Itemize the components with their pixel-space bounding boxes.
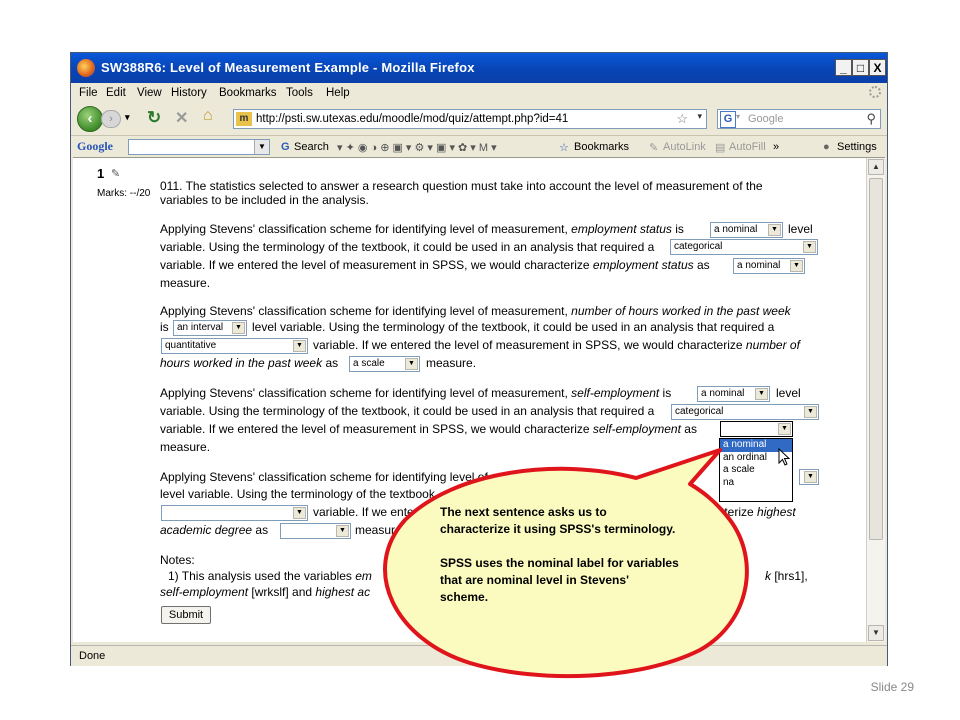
callout-line-1: The next sentence asks us to characteriz… <box>440 505 676 536</box>
slide-number: Slide 29 <box>870 680 914 694</box>
callout-text: The next sentence asks us to characteriz… <box>440 504 680 606</box>
callout-line-2: SPSS uses the nominal label for variable… <box>440 556 679 604</box>
callout-bubble <box>383 448 749 679</box>
